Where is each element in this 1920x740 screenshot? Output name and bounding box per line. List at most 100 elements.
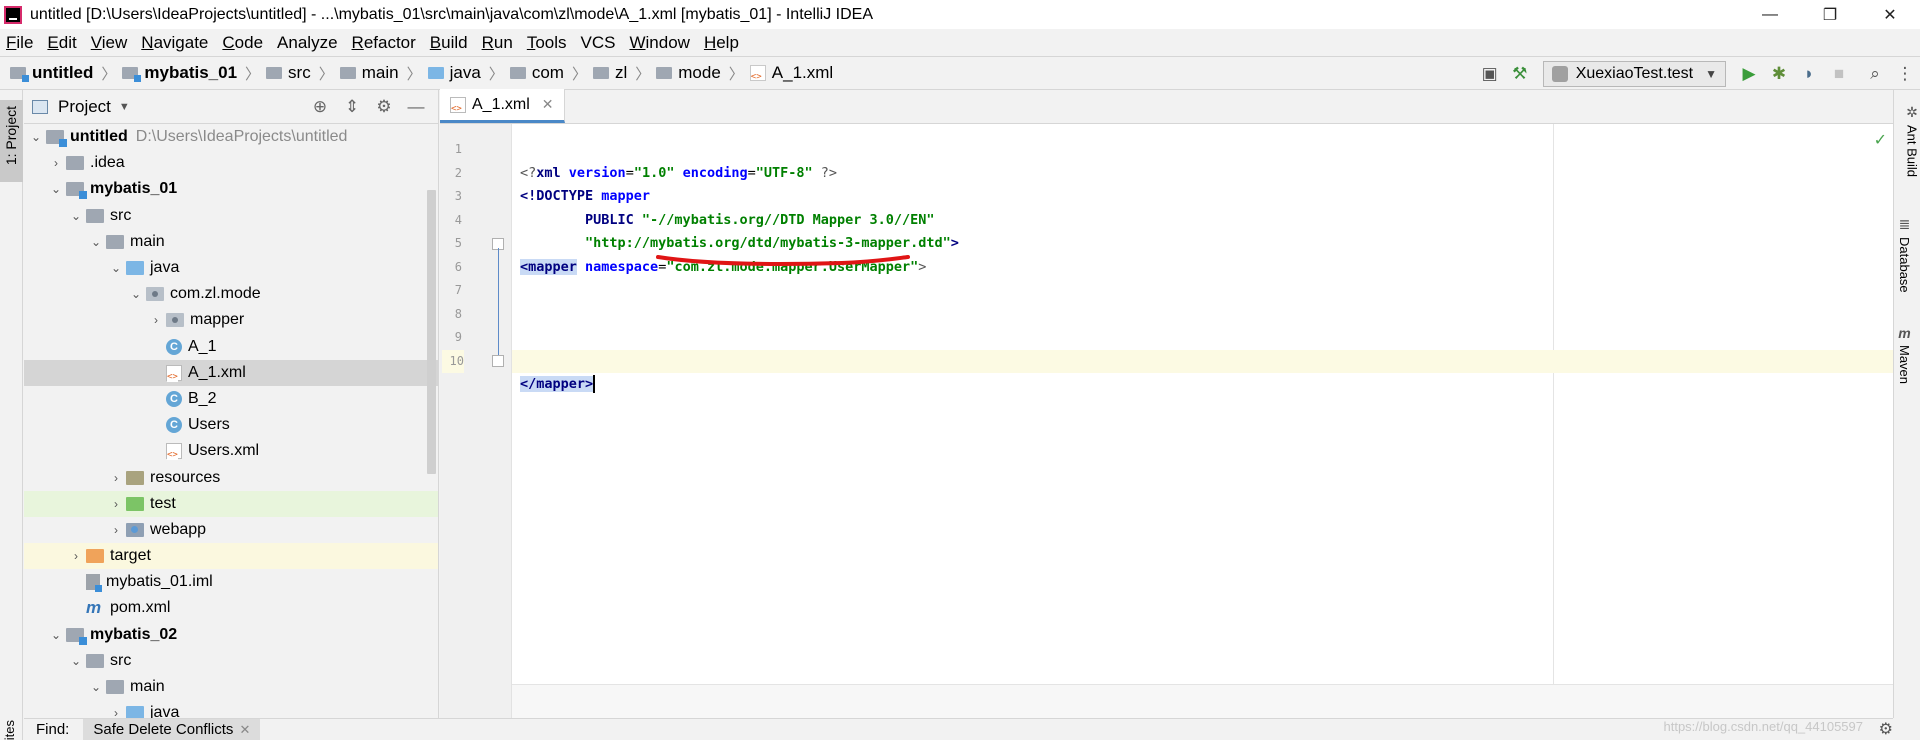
close-icon[interactable]: ✕ [239,722,250,738]
breadcrumb-src[interactable]: src [266,63,311,83]
breadcrumb-untitled[interactable]: untitled [10,63,93,83]
toolbar-right: ▣ ⚒ XuexiaoTest.test ▼ ▶ ✱ ◗ ■ ⌕ ⋮ [1475,57,1920,91]
tree-item-src-2[interactable]: ⌄ src [24,648,438,674]
menu-code[interactable]: Code [222,33,263,53]
tree-item-mybatis-01[interactable]: ⌄ mybatis_01 [24,176,438,202]
project-scrollbar[interactable] [427,190,436,474]
menu-window[interactable]: Window [629,33,689,53]
chevron-right-icon[interactable]: › [106,523,126,537]
menu-file[interactable]: File [6,33,33,53]
coverage-icon[interactable]: ◗ [1794,59,1824,89]
more-icon[interactable]: ⋮ [1890,59,1920,89]
tree-item-test[interactable]: › test [24,490,438,517]
xml-file-icon [450,96,466,114]
run-configuration-dropdown[interactable]: XuexiaoTest.test ▼ [1542,61,1726,87]
chevron-right-icon[interactable]: › [106,471,126,485]
tree-item-target[interactable]: › target [24,543,438,570]
chevron-down-icon[interactable]: ⌄ [86,680,106,694]
favorites-tool-tab[interactable]: ites [2,720,17,740]
ant-build-tool-tab[interactable]: ✲ Ant Build [1897,104,1920,177]
module-file-icon [86,574,102,593]
breadcrumb-file[interactable]: A_1.xml [749,63,833,83]
chevron-down-icon[interactable]: ⌄ [46,628,66,642]
close-button[interactable]: ✕ [1860,0,1920,29]
tree-item-main[interactable]: ⌄ main [24,229,438,255]
database-tool-tab[interactable]: ≣ Database [1897,216,1912,293]
chevron-right-icon[interactable]: › [106,706,126,718]
menu-tools[interactable]: Tools [527,33,567,53]
gear-icon[interactable]: ⚙ [1879,719,1893,739]
tree-item-users-xml[interactable]: Users.xml [24,438,438,464]
menu-help[interactable]: Help [704,33,739,53]
menu-vcs[interactable]: VCS [581,33,616,53]
editor-horizontal-scrollbar[interactable] [512,684,1893,718]
tab-a1-xml[interactable]: A_1.xml ✕ [440,89,565,123]
chevron-right-icon[interactable]: › [66,549,86,563]
tree-item-main-2[interactable]: ⌄ main [24,674,438,700]
menu-build[interactable]: Build [430,33,468,53]
project-panel-title[interactable]: Project [58,97,111,117]
collapse-all-icon[interactable]: ⇕ [336,97,368,117]
chevron-down-icon[interactable]: ⌄ [126,287,146,301]
tree-item-resources[interactable]: › resources [24,464,438,490]
chevron-down-icon[interactable]: ⌄ [66,654,86,668]
tree-item-com-zl-mode[interactable]: ⌄ com.zl.mode [24,281,438,307]
menu-analyze[interactable]: Analyze [277,33,337,53]
tree-item-mapper[interactable]: › mapper [24,307,438,333]
maven-tool-tab[interactable]: m Maven [1897,325,1912,384]
menu-view[interactable]: View [91,33,128,53]
tree-item-a1[interactable]: C A_1 [24,334,438,360]
code-area[interactable]: ✓ <?xml version="1.0" encoding="UTF-8" ?… [512,124,1893,718]
run-icon[interactable]: ▶ [1734,59,1764,89]
tree-item-java[interactable]: ⌄ java [24,255,438,281]
minimize-button[interactable]: — [1740,0,1800,29]
tree-item-a1-xml[interactable]: A_1.xml [24,359,438,386]
project-structure-icon[interactable]: ▣ [1475,59,1505,89]
menu-edit[interactable]: Edit [47,33,76,53]
chevron-down-icon[interactable]: ⌄ [86,235,106,249]
chevron-right-icon[interactable]: › [106,497,126,511]
tree-item-pom[interactable]: m pom.xml [24,595,438,621]
chevron-right-icon[interactable]: › [46,156,66,170]
java-class-icon: C [166,338,182,355]
chevron-down-icon[interactable]: ⌄ [26,130,46,144]
test-folder-icon [126,496,144,511]
gear-icon[interactable]: ⚙ [368,97,400,117]
hide-panel-icon[interactable]: — [400,97,432,117]
tree-item-src[interactable]: ⌄ src [24,203,438,229]
locate-target-icon[interactable]: ⊕ [304,97,336,117]
search-icon[interactable]: ⌕ [1860,59,1890,89]
build-hammer-icon[interactable]: ⚒ [1505,59,1535,89]
tree-item-webapp[interactable]: › webapp [24,517,438,543]
tree-item-java-2[interactable]: › java [24,700,438,718]
menu-navigate[interactable]: Navigate [141,33,208,53]
chevron-down-icon[interactable]: ⌄ [106,261,126,275]
menu-run[interactable]: Run [482,33,513,53]
breadcrumb-com[interactable]: com [509,63,564,83]
chevron-down-icon[interactable]: ⌄ [66,209,86,223]
tree-item-mybatis-02[interactable]: ⌄ mybatis_02 [24,622,438,648]
breadcrumb-mode[interactable]: mode [656,63,721,83]
debug-icon[interactable]: ✱ [1764,59,1794,89]
restore-button[interactable]: ❐ [1800,0,1860,29]
tree-item-users[interactable]: C Users [24,412,438,438]
tree-item-label: main [130,232,165,250]
tree-item-iml[interactable]: mybatis_01.iml [24,569,438,595]
project-tool-tab[interactable]: 1: Project [0,100,23,182]
close-icon[interactable]: ✕ [542,96,554,113]
breadcrumb-zl[interactable]: zl [592,63,627,83]
tree-item-b2[interactable]: C B_2 [24,386,438,412]
tree-item-untitled[interactable]: ⌄ untitled D:\Users\IdeaProjects\untitle… [24,124,438,150]
breadcrumb-java[interactable]: java [427,63,481,83]
chevron-right-icon[interactable]: › [146,313,166,327]
breadcrumb-mybatis-01[interactable]: mybatis_01 [122,63,237,83]
chevron-down-icon[interactable]: ▼ [119,101,130,113]
menu-refactor[interactable]: Refactor [352,33,416,53]
tree-item-idea[interactable]: › .idea [24,150,438,176]
tab-safe-delete-conflicts[interactable]: Safe Delete Conflicts ✕ [83,718,261,740]
fold-marker-icon[interactable] [492,355,504,367]
chevron-down-icon[interactable]: ⌄ [46,182,66,196]
breadcrumb-main[interactable]: main [339,63,399,83]
stop-icon[interactable]: ■ [1824,59,1854,89]
tree-item-label: resources [150,468,221,486]
